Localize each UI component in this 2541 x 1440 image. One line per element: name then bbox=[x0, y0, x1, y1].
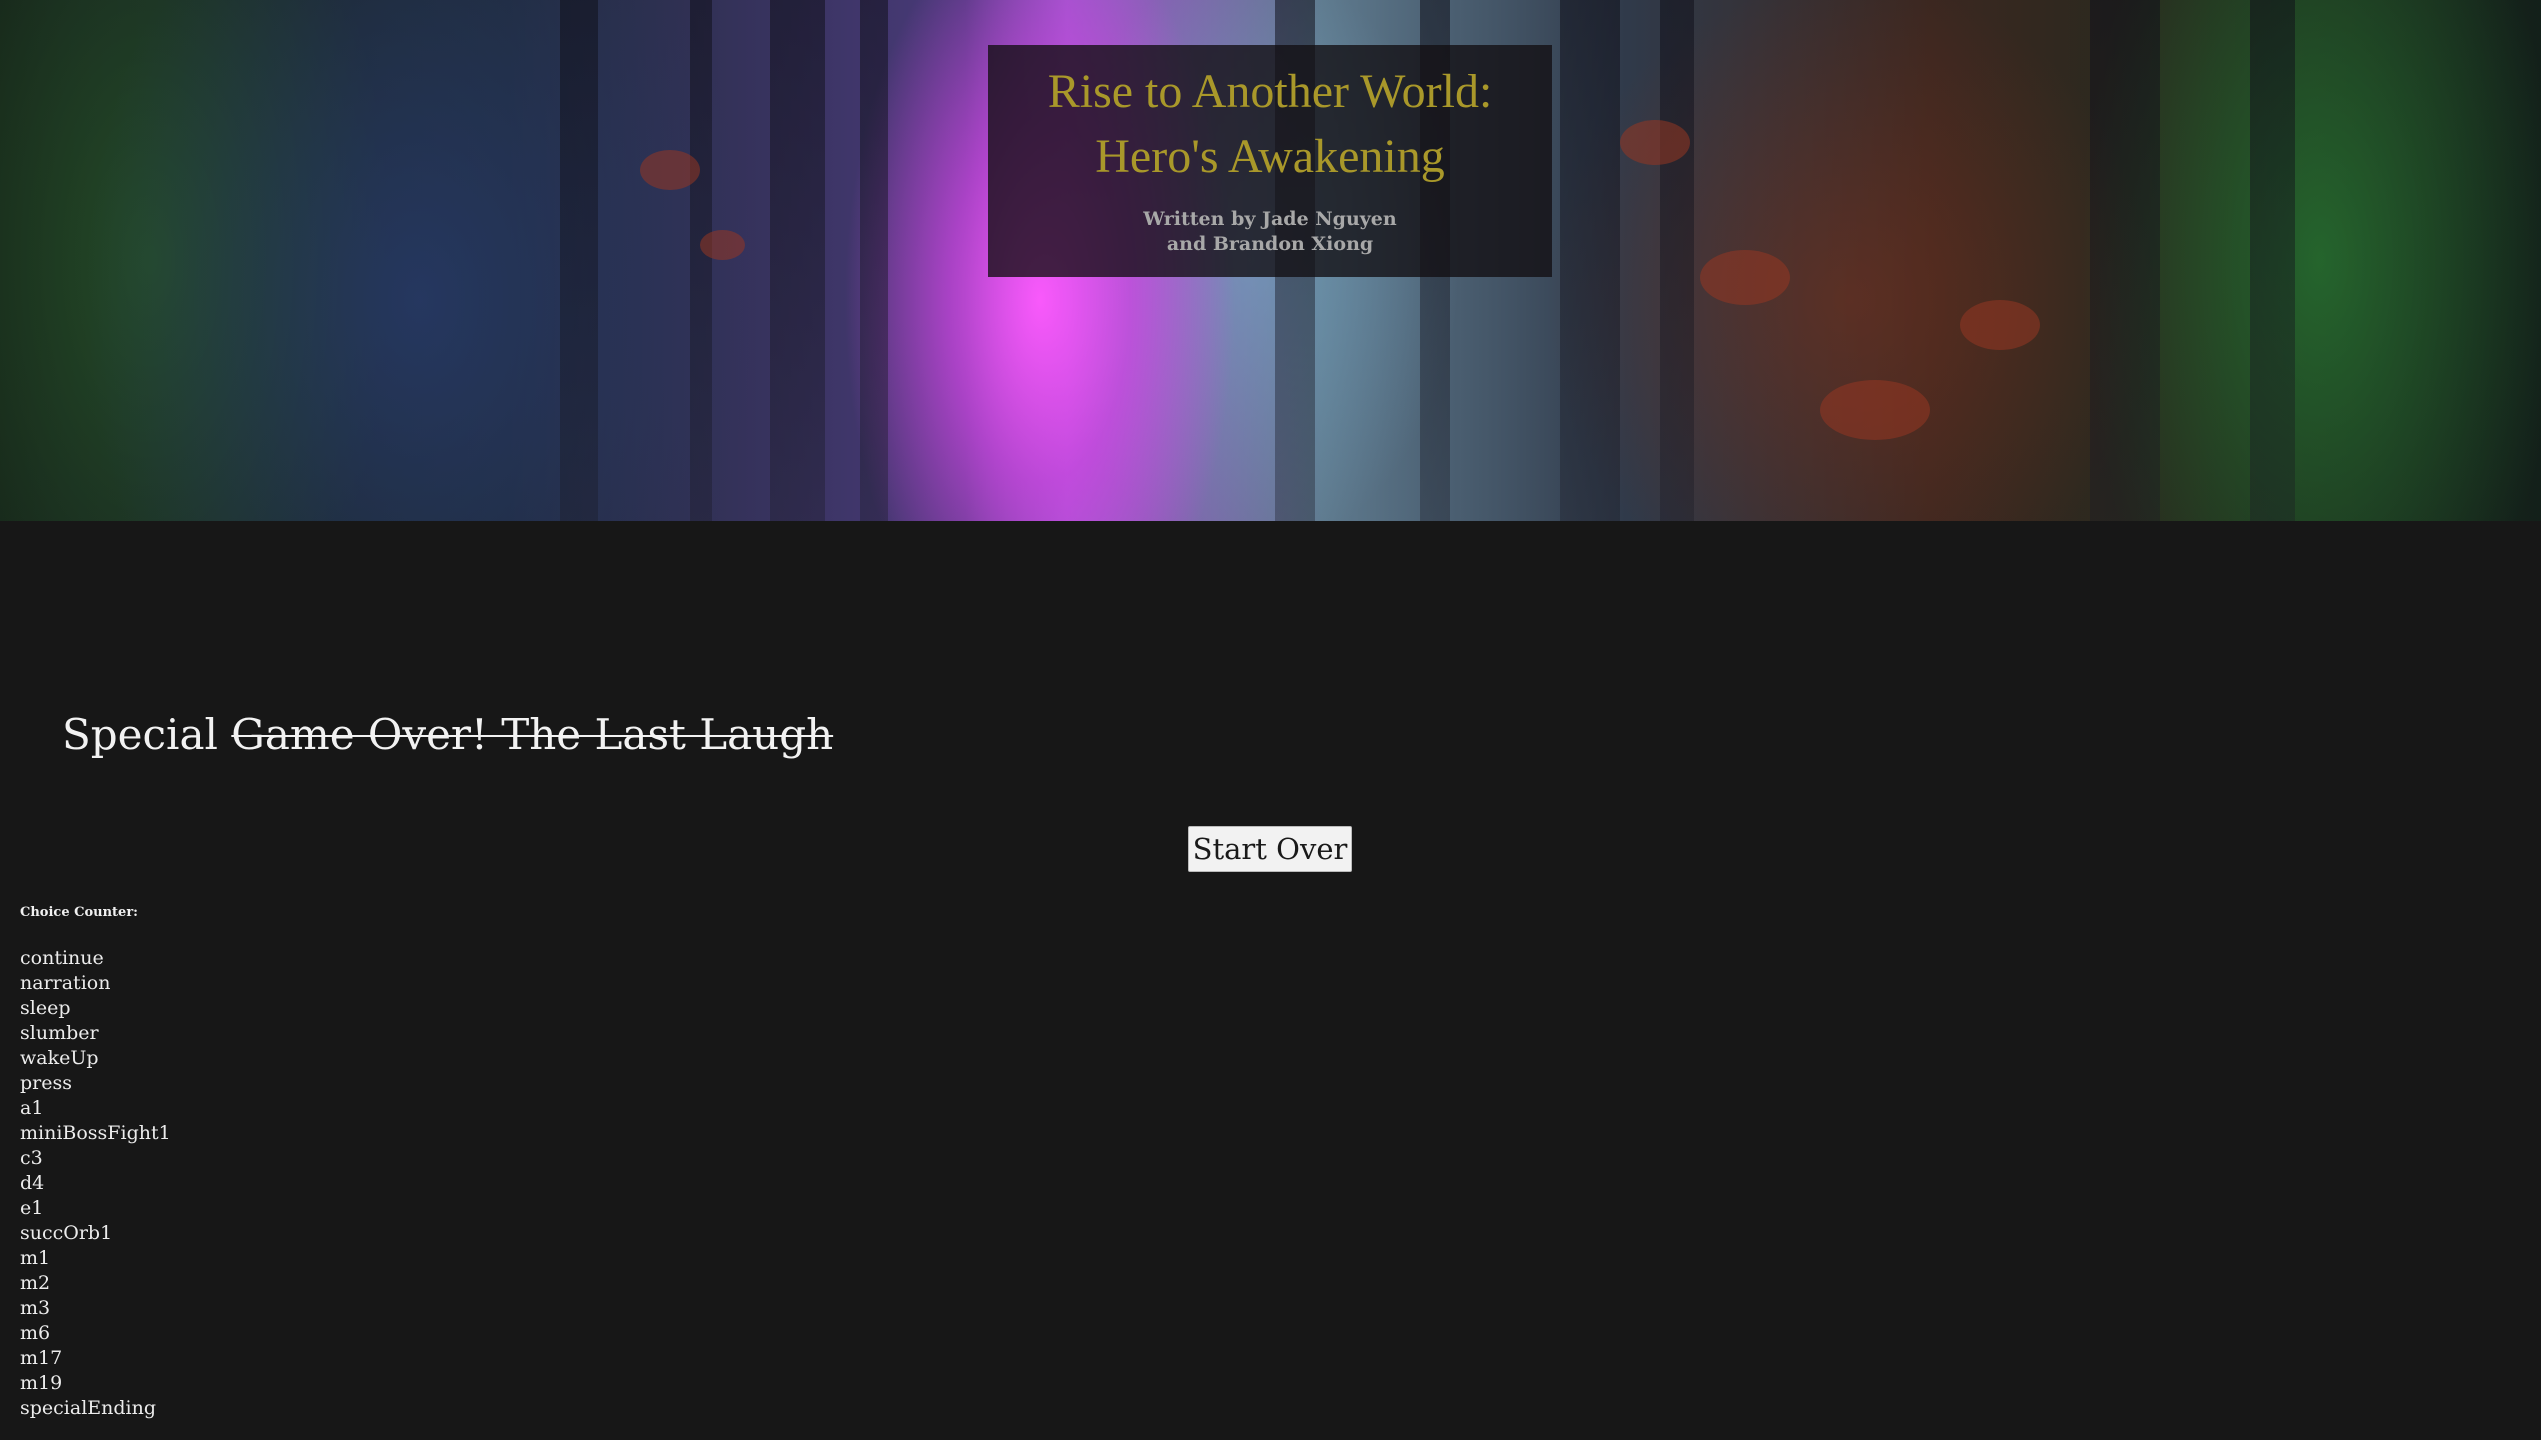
choice-item: narration bbox=[20, 972, 111, 994]
choice-item: succOrb1 bbox=[20, 1222, 113, 1244]
tree-trunk bbox=[770, 0, 825, 521]
title-card: Rise to Another World: Hero's Awakening … bbox=[988, 45, 1552, 277]
choice-item: specialEnding bbox=[20, 1397, 157, 1419]
credit-line2: and Brandon Xiong bbox=[1166, 233, 1374, 255]
choice-item: m19 bbox=[20, 1372, 63, 1394]
game-title-line1: Rise to Another World: bbox=[1047, 65, 1493, 118]
choice-item: slumber bbox=[20, 1022, 99, 1044]
choice-item: e1 bbox=[20, 1197, 44, 1219]
tree-trunk bbox=[2250, 0, 2295, 521]
foliage bbox=[700, 230, 745, 260]
ending-title: Special Game Over! The Last Laugh bbox=[62, 705, 833, 765]
choice-item: sleep bbox=[20, 997, 71, 1019]
choice-counter-label: Choice Counter: bbox=[20, 905, 138, 920]
choice-item: wakeUp bbox=[20, 1047, 99, 1069]
ending-prefix: Special bbox=[62, 710, 232, 759]
foliage bbox=[1700, 250, 1790, 305]
tree-trunk bbox=[560, 0, 598, 521]
choice-item: d4 bbox=[20, 1172, 45, 1194]
forest-banner: Rise to Another World: Hero's Awakening … bbox=[0, 0, 2541, 521]
choice-item: m17 bbox=[20, 1347, 63, 1369]
tree-trunk bbox=[1660, 0, 1694, 521]
foliage bbox=[1960, 300, 2040, 350]
choice-item: m3 bbox=[20, 1297, 51, 1319]
game-title-line2: Hero's Awakening bbox=[1095, 130, 1445, 183]
tree-trunk bbox=[2090, 0, 2160, 521]
choice-item: press bbox=[20, 1072, 72, 1094]
start-over-button[interactable]: Start Over bbox=[1188, 826, 1352, 872]
choice-counter-list: continue narration sleep slumber wakeUp press… bbox=[20, 946, 171, 1421]
ending-name-struck: Game Over! The Last Laugh bbox=[231, 710, 834, 759]
choice-item: m6 bbox=[20, 1322, 51, 1344]
choice-item: miniBossFight1 bbox=[20, 1122, 171, 1144]
author-credits: Written by Jade Nguyen and Brandon Xiong bbox=[988, 207, 1552, 257]
choice-item: continue bbox=[20, 947, 104, 969]
foliage bbox=[1620, 120, 1690, 165]
choice-item: m2 bbox=[20, 1272, 51, 1294]
foliage bbox=[1820, 380, 1930, 440]
credit-line1: Written by Jade Nguyen bbox=[1143, 208, 1397, 230]
choice-item: a1 bbox=[20, 1097, 44, 1119]
tree-trunk bbox=[690, 0, 712, 521]
tree-trunk bbox=[1560, 0, 1620, 521]
tree-trunk bbox=[860, 0, 888, 521]
foliage bbox=[640, 150, 700, 190]
choice-item: c3 bbox=[20, 1147, 43, 1169]
choice-item: m1 bbox=[20, 1247, 51, 1269]
